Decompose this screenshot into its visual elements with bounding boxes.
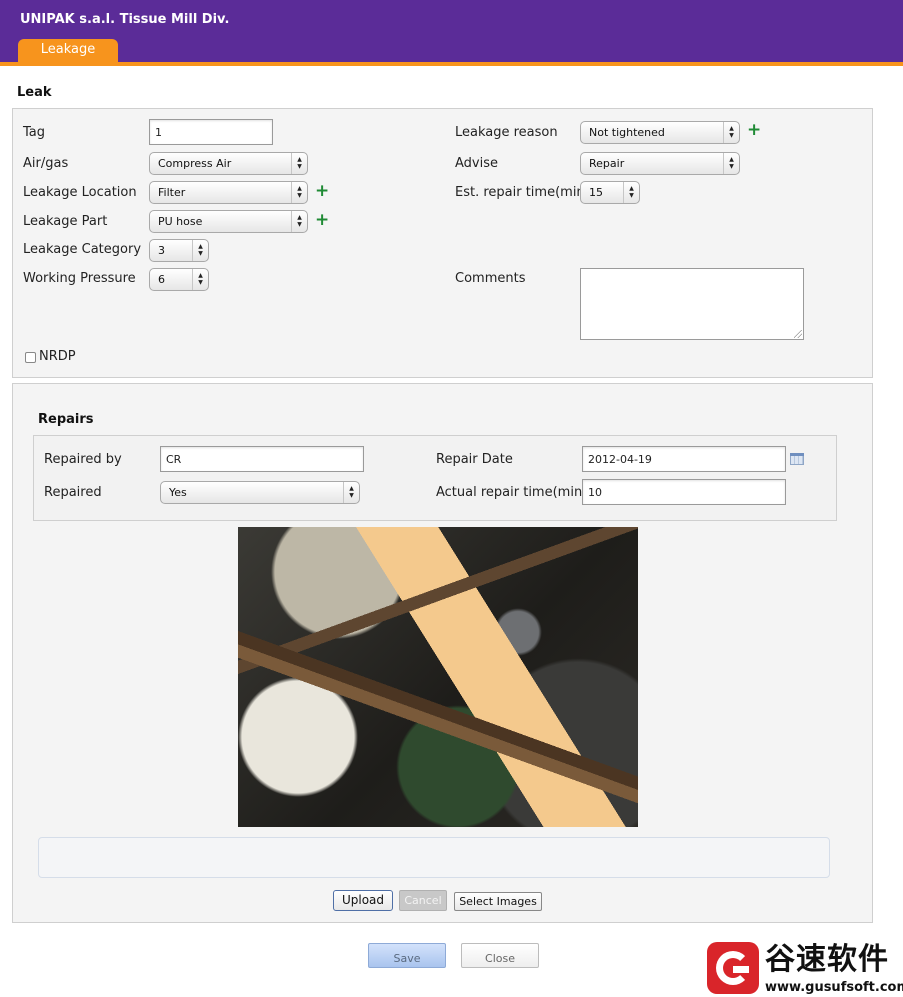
select-arrows-icon: ▲ ▼ (291, 182, 307, 203)
repaired-by-input[interactable]: CR (160, 446, 364, 472)
advise-select[interactable]: Repair ▲ ▼ (580, 152, 740, 175)
repairs-section-title: Repairs (38, 412, 94, 427)
nrdp-checkbox[interactable] (25, 352, 36, 363)
upload-drop-zone[interactable] (38, 837, 830, 878)
select-arrows-icon: ▲ ▼ (291, 211, 307, 232)
select-arrows-icon: ▲ ▼ (291, 153, 307, 174)
app-title: UNIPAK s.a.l. Tissue Mill Div. (20, 12, 230, 27)
upload-button[interactable]: Upload (333, 890, 393, 911)
select-arrows-icon: ▲ ▼ (343, 482, 359, 503)
leak-photo (238, 527, 638, 827)
leakage-part-select[interactable]: PU hose ▲ ▼ (149, 210, 308, 233)
est-repair-time-value: 15 (589, 186, 603, 199)
leakage-reason-label: Leakage reason (455, 125, 558, 140)
repaired-value: Yes (169, 486, 187, 499)
advise-label: Advise (455, 156, 498, 171)
add-part-plus-icon[interactable]: + (315, 212, 329, 229)
air-gas-label: Air/gas (23, 156, 69, 171)
repair-date-label: Repair Date (436, 452, 513, 467)
working-pressure-label: Working Pressure (23, 271, 136, 286)
watermark: 谷速软件 www.gusufsoft.com (703, 938, 903, 997)
leakage-part-value: PU hose (158, 215, 203, 228)
close-button[interactable]: Close (461, 943, 539, 968)
comments-textarea[interactable] (580, 268, 804, 340)
est-repair-time-label: Est. repair time(min) (455, 185, 590, 200)
tab-leakage[interactable]: Leakage (18, 39, 118, 63)
watermark-name: 谷速软件 (765, 942, 889, 977)
select-arrows-icon: ▲ ▼ (192, 269, 208, 290)
repaired-by-label: Repaired by (44, 452, 122, 467)
leakage-reason-value: Not tightened (589, 126, 665, 139)
repaired-label: Repaired (44, 485, 102, 500)
actual-repair-time-input[interactable]: 10 (582, 479, 786, 505)
select-arrows-icon: ▲ ▼ (623, 182, 639, 203)
cancel-upload-button[interactable]: Cancel (399, 890, 447, 911)
select-arrows-icon: ▲ ▼ (723, 122, 739, 143)
resize-grip-icon[interactable] (794, 330, 802, 338)
add-location-plus-icon[interactable]: + (315, 183, 329, 200)
working-pressure-select[interactable]: 6 ▲ ▼ (149, 268, 209, 291)
est-repair-time-select[interactable]: 15 ▲ ▼ (580, 181, 640, 204)
save-button[interactable]: Save (368, 943, 446, 968)
add-reason-plus-icon[interactable]: + (747, 122, 761, 139)
leakage-part-label: Leakage Part (23, 214, 108, 229)
working-pressure-value: 6 (158, 273, 165, 286)
watermark-url: www.gusufsoft.com (765, 980, 903, 995)
tag-input[interactable]: 1 (149, 119, 273, 145)
leakage-reason-select[interactable]: Not tightened ▲ ▼ (580, 121, 740, 144)
select-images-button[interactable]: Select Images (454, 892, 542, 911)
repair-date-input[interactable]: 2012-04-19 (582, 446, 786, 472)
leakage-category-select[interactable]: 3 ▲ ▼ (149, 239, 209, 262)
select-arrows-icon: ▲ ▼ (723, 153, 739, 174)
leakage-location-select[interactable]: Filter ▲ ▼ (149, 181, 308, 204)
comments-label: Comments (455, 271, 526, 286)
leakage-location-value: Filter (158, 186, 186, 199)
air-gas-value: Compress Air (158, 157, 232, 170)
calendar-icon[interactable] (790, 453, 804, 465)
select-arrows-icon: ▲ ▼ (192, 240, 208, 261)
repaired-select[interactable]: Yes ▲ ▼ (160, 481, 360, 504)
nrdp-label: NRDP (39, 349, 76, 364)
leakage-category-value: 3 (158, 244, 165, 257)
leakage-category-label: Leakage Category (23, 242, 142, 257)
actual-repair-time-label: Actual repair time(min) (436, 485, 588, 500)
leak-section-title: Leak (17, 85, 52, 100)
tag-label: Tag (23, 125, 46, 140)
gusu-logo-icon (707, 942, 759, 994)
air-gas-select[interactable]: Compress Air ▲ ▼ (149, 152, 308, 175)
leakage-location-label: Leakage Location (23, 185, 137, 200)
app-header: UNIPAK s.a.l. Tissue Mill Div. Leakage (0, 0, 903, 66)
advise-value: Repair (589, 157, 625, 170)
